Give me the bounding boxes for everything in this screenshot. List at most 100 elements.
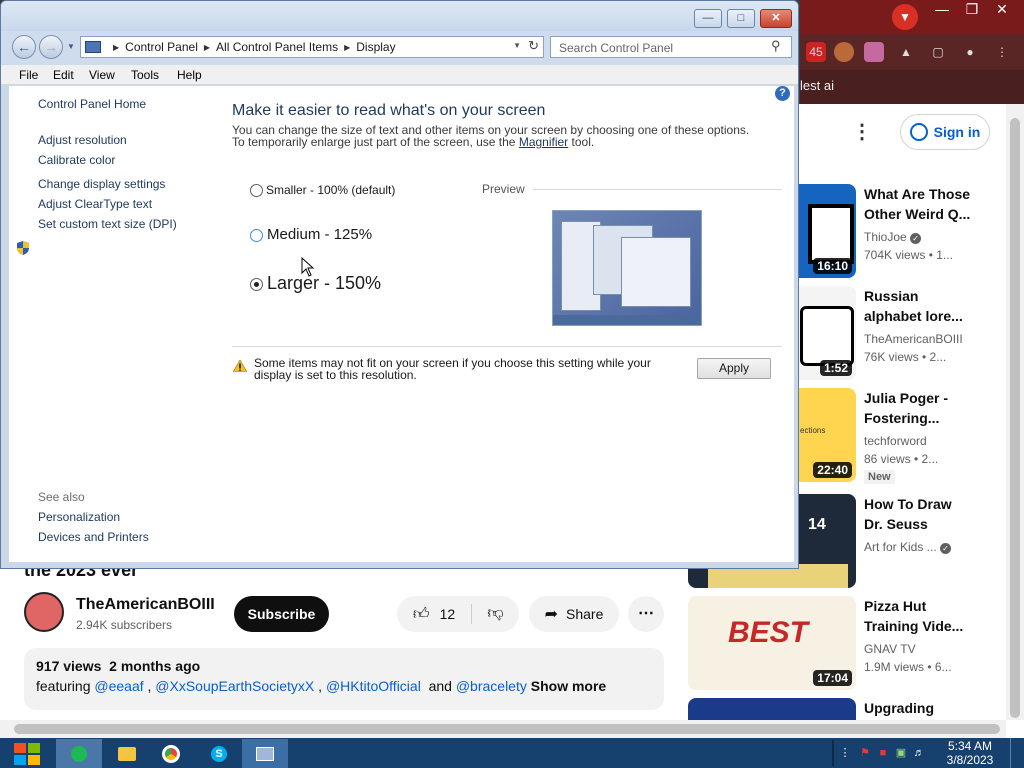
extensions-puzzle-icon[interactable]: ▲ [896, 42, 916, 62]
more-actions-icon[interactable]: ⋯ [628, 596, 664, 632]
breadcrumb-all-items[interactable]: All Control Panel Items [216, 40, 338, 54]
video-description[interactable]: 917 views 2 months ago featuring @eeaaf … [24, 648, 664, 710]
minimize-icon[interactable]: — [694, 9, 722, 28]
menu-edit[interactable]: Edit [53, 68, 74, 82]
sidebar-control-panel-home[interactable]: Control Panel Home [38, 97, 146, 111]
action-center-flag-icon[interactable]: ⚑ [858, 746, 872, 760]
channel-line[interactable]: ThioJoe ✓ [864, 230, 984, 244]
video-title[interactable]: Pizza Hut Training Vide... [864, 596, 974, 636]
show-more-link[interactable]: Show more [531, 678, 606, 694]
settings-kebab-icon[interactable]: ⋮ [852, 120, 872, 144]
security-alert-icon[interactable]: ■ [876, 746, 890, 760]
sidebar-adjust-resolution[interactable]: Adjust resolution [38, 133, 127, 147]
browser-restore-icon[interactable]: ❐ [956, 0, 988, 20]
horizontal-scrollbar-thumb[interactable] [14, 724, 1000, 734]
video-title[interactable]: Russian alphabet lore... [864, 286, 974, 326]
mention-link[interactable]: @XxSoupEarthSocietyxX [155, 678, 314, 694]
preview-taskbar [553, 315, 701, 325]
close-icon[interactable]: ✕ [760, 9, 792, 28]
option-smaller-label[interactable]: Smaller - 100% (default) [266, 183, 395, 197]
taskbar-control-panel-app[interactable] [242, 739, 288, 768]
channel-avatar[interactable] [24, 592, 64, 632]
tray-overflow-icon[interactable]: ⋮ [838, 746, 852, 760]
breadcrumb-chevron-icon[interactable]: ▶ [344, 43, 350, 52]
taskbar-explorer-app[interactable] [104, 739, 150, 768]
sidebar-toggle-icon[interactable]: ▢ [928, 42, 948, 62]
channel-name[interactable]: techforword [864, 434, 984, 448]
start-windows-icon[interactable] [10, 740, 44, 768]
help-icon[interactable]: ? [775, 86, 790, 101]
address-dropdown-icon[interactable]: ▼ [513, 41, 521, 50]
radio-medium[interactable] [250, 229, 263, 242]
menu-help[interactable]: Help [177, 68, 202, 82]
tab-search-icon[interactable]: ▼ [892, 4, 918, 30]
video-title[interactable]: Julia Poger - Fostering... [864, 388, 974, 428]
refresh-icon[interactable]: ↻ [528, 38, 539, 54]
dislike-button[interactable]: 👎︎ [472, 596, 519, 632]
radio-smaller[interactable] [250, 184, 263, 197]
mention-link[interactable]: @HKtitoOfficial [326, 678, 421, 694]
address-bar[interactable]: ▶ Control Panel ▶ All Control Panel Item… [80, 36, 544, 58]
menu-view[interactable]: View [89, 68, 115, 82]
recommendation-item[interactable]: BEST 17:04 Pizza Hut Training Vide... GN… [688, 596, 1018, 690]
option-medium-label[interactable]: Medium - 125% [267, 226, 372, 243]
recommendation-item[interactable]: Upgrading [688, 698, 1018, 720]
magnifier-link[interactable]: Magnifier [519, 135, 568, 149]
search-icon[interactable]: ⚲ [771, 39, 785, 53]
browser-minimize-icon[interactable]: — [926, 0, 958, 20]
taskbar-skype-app[interactable]: S [196, 739, 242, 768]
breadcrumb-display[interactable]: Display [356, 40, 395, 54]
radio-larger[interactable] [250, 278, 263, 291]
tray-separator [832, 740, 834, 766]
taskbar-spotify-app[interactable] [56, 739, 102, 768]
extension-badge-icon[interactable]: 45 [806, 42, 826, 62]
mention-link[interactable]: @bracelety [456, 678, 527, 694]
share-button[interactable]: ➦ Share [529, 596, 619, 632]
vertical-scrollbar-thumb[interactable] [1010, 118, 1020, 718]
mention-link[interactable]: @eeaaf [94, 678, 143, 694]
back-arrow-icon[interactable]: ← [12, 35, 36, 59]
forward-arrow-icon[interactable]: → [39, 35, 63, 59]
video-thumbnail[interactable]: BEST 17:04 [688, 596, 856, 690]
option-larger-label[interactable]: Larger - 150% [267, 273, 381, 294]
extension-avatar-icon[interactable] [834, 42, 854, 62]
volume-icon[interactable]: ♬ [912, 746, 926, 760]
video-title[interactable]: What Are Those Other Weird Q... [864, 184, 974, 224]
channel-line[interactable]: Art for Kids ... ✓ [864, 540, 984, 554]
sidebar-calibrate-color[interactable]: Calibrate color [38, 153, 115, 167]
breadcrumb-chevron-icon[interactable]: ▶ [113, 43, 119, 52]
video-title[interactable]: Upgrading [864, 698, 974, 718]
taskbar-chrome-app[interactable] [148, 739, 194, 768]
video-title[interactable]: How To Draw Dr. Seuss [864, 494, 974, 534]
network-icon[interactable]: ▣ [894, 746, 908, 760]
browser-menu-icon[interactable]: ⋮ [992, 42, 1012, 62]
channel-name[interactable]: TheAmericanBOIII [76, 596, 215, 614]
video-thumbnail[interactable] [688, 698, 856, 720]
maximize-icon[interactable]: □ [727, 9, 755, 28]
system-clock[interactable]: 5:34 AM 3/8/2023 [938, 739, 1002, 768]
recent-pages-chevron-icon[interactable]: ▼ [67, 41, 77, 53]
menu-file[interactable]: File [19, 68, 38, 82]
subscribe-button[interactable]: Subscribe [234, 596, 329, 632]
extension-flag-icon[interactable] [864, 42, 884, 62]
breadcrumb-chevron-icon[interactable]: ▶ [204, 43, 210, 52]
sidebar-adjust-cleartype[interactable]: Adjust ClearType text [38, 197, 152, 211]
like-button[interactable]: 👍︎ 12 [397, 596, 471, 632]
search-input[interactable]: Search Control Panel ⚲ [550, 36, 792, 58]
preview-divider [533, 189, 782, 190]
show-desktop-button[interactable] [1010, 738, 1024, 768]
profile-icon[interactable]: ● [960, 42, 980, 62]
sidebar-devices-printers[interactable]: Devices and Printers [38, 530, 149, 544]
bookmark-item[interactable]: lest ai [800, 78, 834, 93]
sidebar-change-display-settings[interactable]: Change display settings [38, 177, 165, 191]
breadcrumb-control-panel[interactable]: Control Panel [125, 40, 198, 54]
channel-name[interactable]: GNAV TV [864, 642, 984, 656]
sign-in-button[interactable]: Sign in [900, 114, 990, 150]
browser-close-icon[interactable]: ✕ [986, 0, 1018, 20]
menu-tools[interactable]: Tools [131, 68, 159, 82]
window-titlebar[interactable] [1, 1, 798, 31]
apply-button[interactable]: Apply [697, 358, 771, 379]
sidebar-custom-text-size[interactable]: Set custom text size (DPI) [38, 217, 177, 231]
channel-name[interactable]: TheAmericanBOIII [864, 332, 984, 346]
sidebar-personalization[interactable]: Personalization [38, 510, 120, 524]
